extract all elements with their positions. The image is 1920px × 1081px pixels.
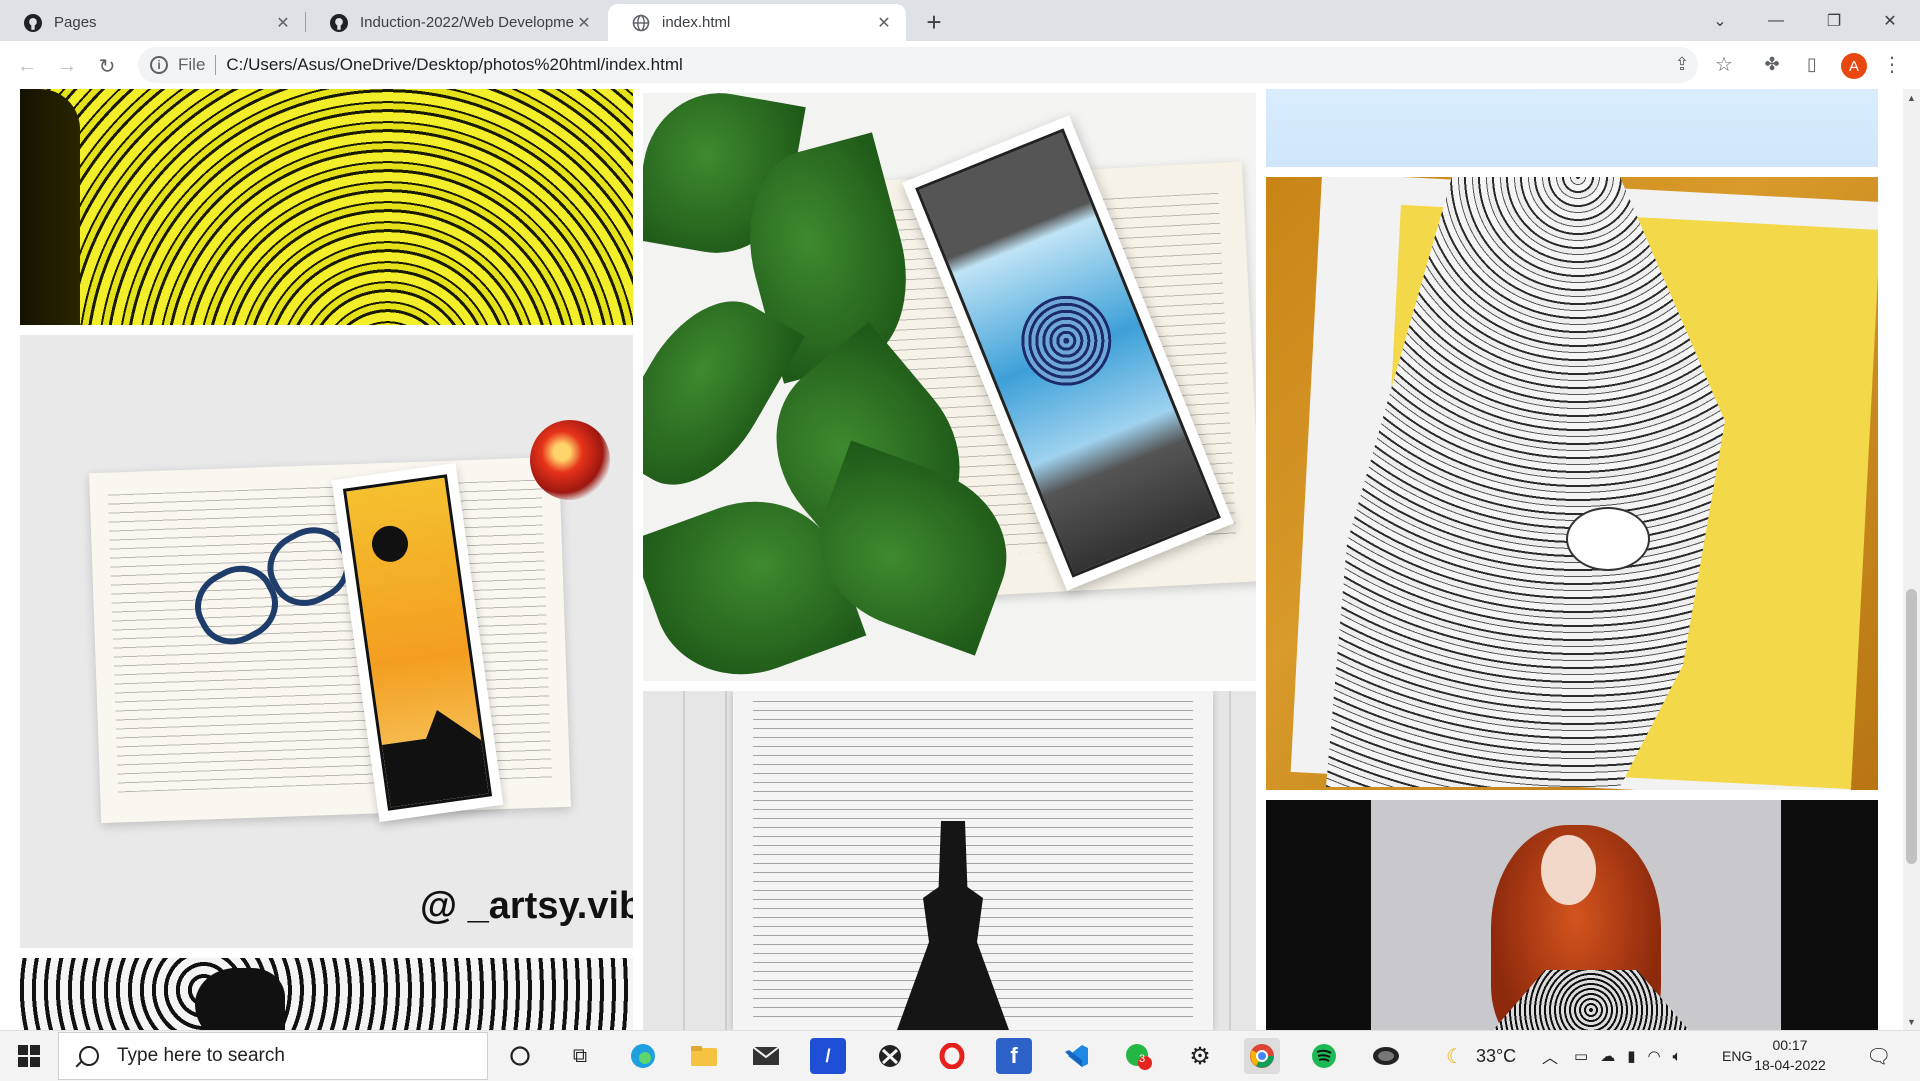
- yellow-mandala-photo: [20, 89, 633, 325]
- chrome-icon[interactable]: [1244, 1038, 1280, 1074]
- tab-index-html[interactable]: index.html ✕: [608, 4, 906, 41]
- bookmark-star-icon[interactable]: ☆: [1709, 49, 1739, 79]
- share-icon[interactable]: ⇪: [1667, 49, 1697, 79]
- black-white-pattern-photo: [20, 958, 633, 1030]
- peacock-head: [1566, 507, 1650, 571]
- vscode-icon[interactable]: [1058, 1038, 1094, 1074]
- taskbar-clock[interactable]: 00:17 18-04-2022: [1750, 1035, 1830, 1075]
- extensions-puzzle-icon[interactable]: ✤: [1757, 49, 1787, 79]
- file-explorer-icon[interactable]: [686, 1038, 722, 1074]
- sky-photo: [1266, 89, 1878, 167]
- search-placeholder: Type here to search: [117, 1045, 285, 1066]
- weather-temp: 33°C: [1475, 1045, 1517, 1066]
- device-icon[interactable]: ▭: [1574, 1047, 1600, 1065]
- task-view-icon[interactable]: ⧉: [562, 1038, 598, 1074]
- close-icon[interactable]: ✕: [574, 13, 594, 33]
- onedrive-cloud-icon[interactable]: ☁: [1600, 1047, 1627, 1065]
- close-icon[interactable]: ✕: [874, 13, 894, 33]
- page-scrollbar[interactable]: ▲ ▼: [1903, 89, 1920, 1030]
- tab-search-chevron-icon[interactable]: ⌄: [1692, 0, 1748, 41]
- url-text[interactable]: C:/Users/Asus/OneDrive/Desktop/photos%20…: [226, 55, 682, 75]
- pattern-blob: [195, 968, 285, 1030]
- app-blue-icon[interactable]: /: [810, 1038, 846, 1074]
- xbox-icon[interactable]: [872, 1038, 908, 1074]
- tray-icons[interactable]: ▭ ☁ ▮ ◠ 🔈︎: [1574, 1031, 1694, 1081]
- profile-avatar[interactable]: A: [1841, 53, 1867, 79]
- scheme-label: File: [178, 55, 206, 74]
- page-viewport: @ _artsy.vibes: [0, 89, 1903, 1030]
- edge-browser-icon[interactable]: [625, 1038, 661, 1074]
- cortana-circle-icon[interactable]: [502, 1038, 538, 1074]
- face: [1541, 835, 1596, 905]
- volume-icon[interactable]: 🔈︎: [1673, 1048, 1694, 1065]
- info-icon[interactable]: i: [150, 56, 168, 74]
- peacock-mandala-photo: [1266, 177, 1878, 790]
- tray-overflow-icon[interactable]: ︿: [1542, 1031, 1558, 1081]
- back-arrow-icon[interactable]: ←: [12, 51, 42, 81]
- spotify-icon[interactable]: [1306, 1038, 1342, 1074]
- globe-icon: [632, 14, 650, 32]
- restore-icon[interactable]: ❐: [1806, 0, 1862, 41]
- scroll-down-icon[interactable]: ▼: [1903, 1013, 1920, 1030]
- facebook-icon[interactable]: f: [996, 1038, 1032, 1074]
- windows-start-icon[interactable]: [0, 1031, 58, 1081]
- github-icon: [330, 13, 348, 32]
- whatsapp-badge-count: 3: [1138, 1053, 1146, 1065]
- search-icon: [79, 1046, 99, 1066]
- menu-dots-icon[interactable]: ⋮: [1877, 49, 1907, 79]
- clock-date: 18-04-2022: [1754, 1057, 1826, 1073]
- sunset-bookmark-photo: @ _artsy.vibes: [20, 335, 633, 948]
- windows-taskbar: Type here to search ⧉ / f 3 ⚙ ☾ 33°C ︿ ▭: [0, 1030, 1920, 1081]
- divider: [215, 55, 217, 75]
- side-panel-icon[interactable]: ▯: [1797, 49, 1827, 79]
- tab-title: Pages: [54, 14, 97, 31]
- minimize-icon[interactable]: —: [1748, 0, 1804, 41]
- address-bar[interactable]: i File C:/Users/Asus/OneDrive/Desktop/ph…: [138, 47, 1698, 83]
- girl-sketch-photo: [643, 691, 1256, 1030]
- open-book: [89, 456, 571, 824]
- leaves-mandala-bookmark-photo: [643, 93, 1256, 681]
- new-tab-button[interactable]: +: [920, 7, 948, 37]
- moon-weather-icon: ☾: [1446, 1045, 1464, 1068]
- github-icon: [24, 13, 42, 32]
- tab-pages[interactable]: Pages ✕: [0, 4, 305, 41]
- notifications-icon[interactable]: 🗨︎: [1866, 1031, 1891, 1081]
- tab-title: Induction-2022/Web Developme: [360, 14, 574, 31]
- mandala-trunk: [20, 89, 80, 325]
- browser-toolbar: ← → ↻ i File C:/Users/Asus/OneDrive/Desk…: [0, 41, 1920, 90]
- clock-time: 00:17: [1772, 1037, 1808, 1053]
- settings-gear-icon[interactable]: ⚙: [1182, 1038, 1218, 1074]
- red-hair-girl-photo: [1266, 800, 1878, 1030]
- tab-induction[interactable]: Induction-2022/Web Developme ✕: [306, 4, 606, 41]
- taskbar-search-box[interactable]: Type here to search: [58, 1032, 488, 1080]
- app-disk-icon[interactable]: [1368, 1038, 1404, 1074]
- watermark-text: @ _artsy.vibes: [420, 885, 633, 927]
- close-icon[interactable]: ✕: [273, 13, 293, 33]
- tab-title: index.html: [662, 14, 731, 31]
- weather-widget[interactable]: ☾ 33°C: [1446, 1031, 1516, 1081]
- tab-strip: Pages ✕ Induction-2022/Web Developme ✕ i…: [0, 0, 1920, 41]
- glass-orb: [530, 420, 610, 500]
- scrollbar-thumb[interactable]: [1906, 589, 1917, 864]
- wifi-icon[interactable]: ◠: [1647, 1047, 1672, 1065]
- scroll-up-icon[interactable]: ▲: [1903, 89, 1920, 106]
- battery-icon[interactable]: ▮: [1627, 1047, 1647, 1065]
- language-indicator[interactable]: ENG: [1722, 1031, 1752, 1081]
- window-close-icon[interactable]: ✕: [1862, 0, 1918, 41]
- opera-icon[interactable]: [934, 1038, 970, 1074]
- forward-arrow-icon[interactable]: →: [52, 51, 82, 81]
- reload-icon[interactable]: ↻: [92, 51, 122, 81]
- mail-icon[interactable]: [748, 1038, 784, 1074]
